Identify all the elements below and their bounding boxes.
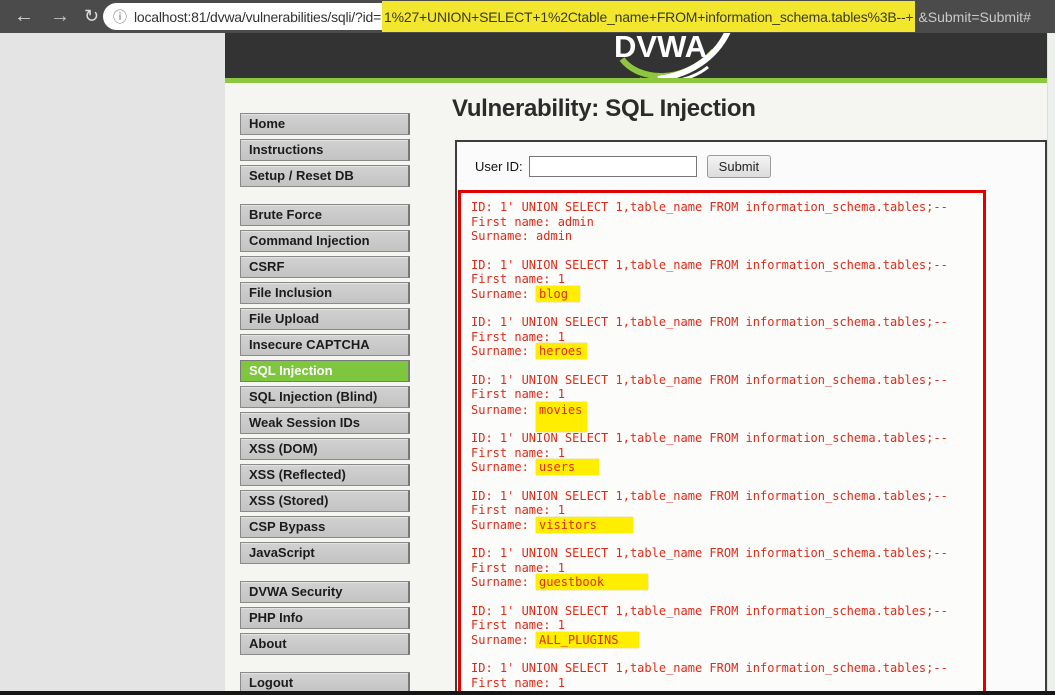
result-first-name-line: First name: 1 xyxy=(471,618,983,633)
sidebar-menu: Home Instructions Setup / Reset DB Brute… xyxy=(240,113,412,695)
result-first-name-line: First name: 1 xyxy=(471,330,983,345)
result-surname-line: Surname: movies xyxy=(471,402,983,418)
sidebar-item-sql-injection-blind[interactable]: SQL Injection (Blind) xyxy=(240,386,410,408)
result-block: ID: 1' UNION SELECT 1,table_name FROM in… xyxy=(471,489,983,533)
url-text-suffix: &Submit=Submit# xyxy=(915,3,1030,30)
highlighted-table-name: heroes xyxy=(536,343,587,359)
result-first-name-line: First name: 1 xyxy=(471,387,983,402)
forward-icon[interactable]: → xyxy=(50,2,70,31)
sidebar-item-about[interactable]: About xyxy=(240,633,410,655)
result-id-line: ID: 1' UNION SELECT 1,table_name FROM in… xyxy=(471,489,983,504)
sidebar-item-xss-reflected[interactable]: XSS (Reflected) xyxy=(240,464,410,486)
surname-label: Surname: xyxy=(471,460,536,474)
surname-label: Surname: xyxy=(471,518,536,532)
page-scrollbar[interactable] xyxy=(1047,33,1055,691)
result-surname-line: Surname: visitors xyxy=(471,518,983,533)
sidebar-item-csp-bypass[interactable]: CSP Bypass xyxy=(240,516,410,538)
vulnerable-code-area: User ID: Submit ID: 1' UNION SELECT 1,ta… xyxy=(455,140,1047,695)
sidebar-item-csrf[interactable]: CSRF xyxy=(240,256,410,278)
dvwa-logo: DVWA xyxy=(610,33,750,83)
surname-label: Surname: xyxy=(471,575,536,589)
sidebar-item-command-injection[interactable]: Command Injection xyxy=(240,230,410,252)
sidebar-item-php-info[interactable]: PHP Info xyxy=(240,607,410,629)
submit-button[interactable]: Submit xyxy=(707,155,771,178)
surname-value: admin xyxy=(536,229,572,243)
reload-icon[interactable]: ↻ xyxy=(84,2,99,31)
result-first-name-line: First name: 1 xyxy=(471,272,983,287)
window-bottom-edge xyxy=(0,691,1055,695)
highlighted-table-name: guestbook xyxy=(536,574,648,590)
result-id-line: ID: 1' UNION SELECT 1,table_name FROM in… xyxy=(471,431,983,446)
result-id-line: ID: 1' UNION SELECT 1,table_name FROM in… xyxy=(471,315,983,330)
surname-label: Surname: xyxy=(471,633,536,647)
result-surname-line: Surname: ALL_PLUGINS xyxy=(471,633,983,648)
sidebar-item-setup-reset-db[interactable]: Setup / Reset DB xyxy=(240,165,410,187)
result-id-line: ID: 1' UNION SELECT 1,table_name FROM in… xyxy=(471,200,983,215)
sidebar-item-weak-session-ids[interactable]: Weak Session IDs xyxy=(240,412,410,434)
user-id-form: User ID: Submit xyxy=(475,155,1045,178)
sidebar-group-vulnerabilities: Brute Force Command Injection CSRF File … xyxy=(240,204,412,564)
highlighted-table-name: movies xyxy=(536,402,587,433)
result-block: ID: 1' UNION SELECT 1,table_name FROM in… xyxy=(471,315,983,359)
url-highlighted-payload: 1%27+UNION+SELECT+1%2Ctable_name+FROM+in… xyxy=(382,1,915,32)
browser-toolbar: ← → ↻ ⓘ localhost:81/dvwa/vulnerabilitie… xyxy=(0,0,1055,33)
sidebar-item-xss-dom[interactable]: XSS (DOM) xyxy=(240,438,410,460)
result-first-name-line: First name: 1 xyxy=(471,676,983,691)
highlighted-table-name: visitors xyxy=(536,517,633,533)
back-icon[interactable]: ← xyxy=(14,2,34,31)
sidebar-group-meta: DVWA Security PHP Info About xyxy=(240,581,412,655)
dvwa-page: DVWA Home Instructions Setup / Reset DB … xyxy=(225,33,1055,695)
result-block: ID: 1' UNION SELECT 1,table_name FROM in… xyxy=(471,200,983,244)
surname-label: Surname: xyxy=(471,344,536,358)
result-block: ID: 1' UNION SELECT 1,table_name FROM in… xyxy=(471,258,983,302)
result-id-line: ID: 1' UNION SELECT 1,table_name FROM in… xyxy=(471,546,983,561)
sql-results-annotation-box: ID: 1' UNION SELECT 1,table_name FROM in… xyxy=(458,190,986,695)
address-bar[interactable]: ⓘ localhost:81/dvwa/vulnerabilities/sqli… xyxy=(103,3,1031,30)
sidebar-item-insecure-captcha[interactable]: Insecure CAPTCHA xyxy=(240,334,410,356)
result-block: ID: 1' UNION SELECT 1,table_name FROM in… xyxy=(471,373,983,418)
result-first-name-line: First name: 1 xyxy=(471,561,983,576)
result-block-truncated: ID: 1' UNION SELECT 1,table_name FROM in… xyxy=(471,661,983,690)
sidebar-item-sql-injection[interactable]: SQL Injection xyxy=(240,360,410,382)
result-id-line: ID: 1' UNION SELECT 1,table_name FROM in… xyxy=(471,604,983,619)
result-id-line: ID: 1' UNION SELECT 1,table_name FROM in… xyxy=(471,373,983,388)
result-surname-line: Surname: heroes xyxy=(471,344,983,359)
result-surname-line: Surname: admin xyxy=(471,229,983,244)
result-id-line: ID: 1' UNION SELECT 1,table_name FROM in… xyxy=(471,661,983,676)
dvwa-header: DVWA xyxy=(225,33,1055,83)
sidebar-item-brute-force[interactable]: Brute Force xyxy=(240,204,410,226)
result-first-name-line: First name: admin xyxy=(471,215,983,230)
surname-label: Surname: xyxy=(471,229,536,243)
result-block: ID: 1' UNION SELECT 1,table_name FROM in… xyxy=(471,431,983,475)
page-title: Vulnerability: SQL Injection xyxy=(452,95,756,123)
result-block: ID: 1' UNION SELECT 1,table_name FROM in… xyxy=(471,546,983,590)
sidebar-item-dvwa-security[interactable]: DVWA Security xyxy=(240,581,410,603)
dvwa-logo-text: DVWA xyxy=(614,33,707,64)
sidebar-item-home[interactable]: Home xyxy=(240,113,410,135)
url-text-prefix: localhost:81/dvwa/vulnerabilities/sqli/?… xyxy=(134,9,381,25)
user-id-input[interactable] xyxy=(529,156,697,177)
result-surname-line: Surname: blog xyxy=(471,287,983,302)
address-bar-pill[interactable]: ⓘ localhost:81/dvwa/vulnerabilities/sqli… xyxy=(103,3,382,30)
sidebar-item-javascript[interactable]: JavaScript xyxy=(240,542,410,564)
result-surname-line: Surname: guestbook xyxy=(471,575,983,590)
page-info-icon[interactable]: ⓘ xyxy=(113,7,127,27)
sidebar-item-file-inclusion[interactable]: File Inclusion xyxy=(240,282,410,304)
result-block: ID: 1' UNION SELECT 1,table_name FROM in… xyxy=(471,604,983,648)
result-first-name-line: First name: 1 xyxy=(471,503,983,518)
highlighted-table-name: blog xyxy=(536,286,580,302)
result-surname-line: Surname: users xyxy=(471,460,983,475)
result-first-name-line: First name: 1 xyxy=(471,446,983,461)
sidebar-item-file-upload[interactable]: File Upload xyxy=(240,308,410,330)
result-id-line: ID: 1' UNION SELECT 1,table_name FROM in… xyxy=(471,258,983,273)
user-id-label: User ID: xyxy=(475,159,523,174)
surname-label: Surname: xyxy=(471,403,536,417)
highlighted-table-name: ALL_PLUGINS xyxy=(536,632,638,648)
sidebar-item-instructions[interactable]: Instructions xyxy=(240,139,410,161)
surname-label: Surname: xyxy=(471,287,536,301)
highlighted-table-name: users xyxy=(536,459,599,475)
sidebar-group-general: Home Instructions Setup / Reset DB xyxy=(240,113,412,187)
sidebar-item-xss-stored[interactable]: XSS (Stored) xyxy=(240,490,410,512)
